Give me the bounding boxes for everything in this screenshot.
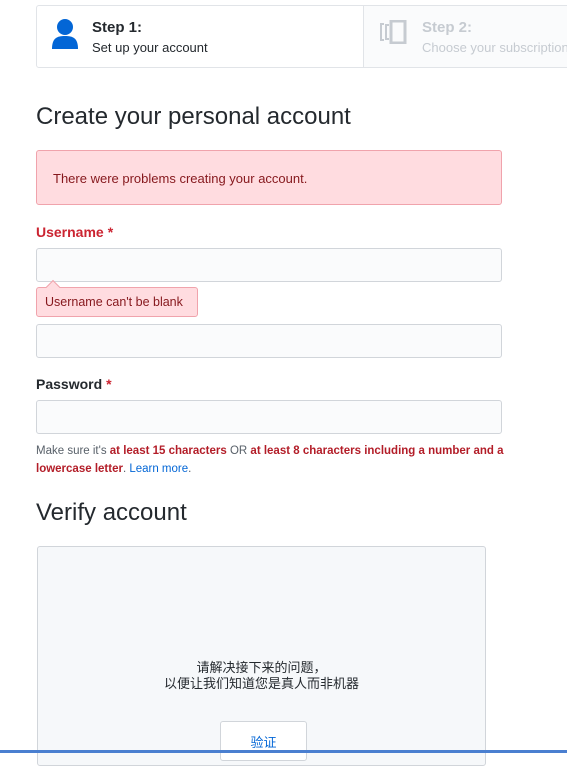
captcha-prompt: 请解决接下来的问题， 以便让我们知道您是真人而非机器 (38, 661, 485, 693)
username-error: Username can't be blank (36, 287, 198, 317)
verify-heading: Verify account (36, 499, 187, 526)
captcha-prompt-line-1: 请解决接下来的问题， (196, 661, 327, 676)
step-1-description: Set up your account (92, 40, 208, 55)
password-note-prefix: Make sure it's (36, 445, 110, 457)
username-required-mark: * (107, 224, 114, 240)
password-note-or: OR (226, 445, 251, 457)
captcha-prompt-line-2: 以便让我们知道您是真人而非机器 (163, 677, 359, 692)
repo-icon (380, 20, 407, 44)
password-label: Password * (36, 376, 112, 392)
username-label: Username * (36, 224, 113, 240)
password-label-text: Password (36, 376, 103, 392)
captcha-box: 请解决接下来的问题， 以便让我们知道您是真人而非机器 验证 (37, 546, 486, 766)
step-2: Step 2: Choose your subscription (364, 6, 567, 67)
username-input[interactable] (36, 248, 502, 282)
verify-button[interactable]: 验证 (220, 721, 307, 761)
password-note: Make sure it's at least 15 characters OR… (36, 442, 506, 478)
step-1: Step 1: Set up your account (37, 6, 364, 67)
password-note-end: . (188, 463, 192, 475)
password-required-mark: * (106, 376, 112, 392)
flash-error: There were problems creating your accoun… (36, 150, 502, 205)
step-1-number: Step 1: (92, 19, 143, 36)
page-title: Create your personal account (36, 103, 351, 130)
password-input[interactable] (36, 400, 502, 434)
learn-more-link[interactable]: Learn more (129, 463, 188, 475)
step-2-number: Step 2: (422, 19, 473, 36)
email-input[interactable] (36, 324, 502, 358)
step-2-description: Choose your subscription (422, 40, 567, 55)
signup-steps: Step 1: Set up your account Step 2: Choo… (36, 5, 567, 68)
user-icon (52, 19, 78, 49)
username-label-text: Username (36, 224, 104, 240)
password-rule-length: at least 15 characters (109, 445, 227, 457)
